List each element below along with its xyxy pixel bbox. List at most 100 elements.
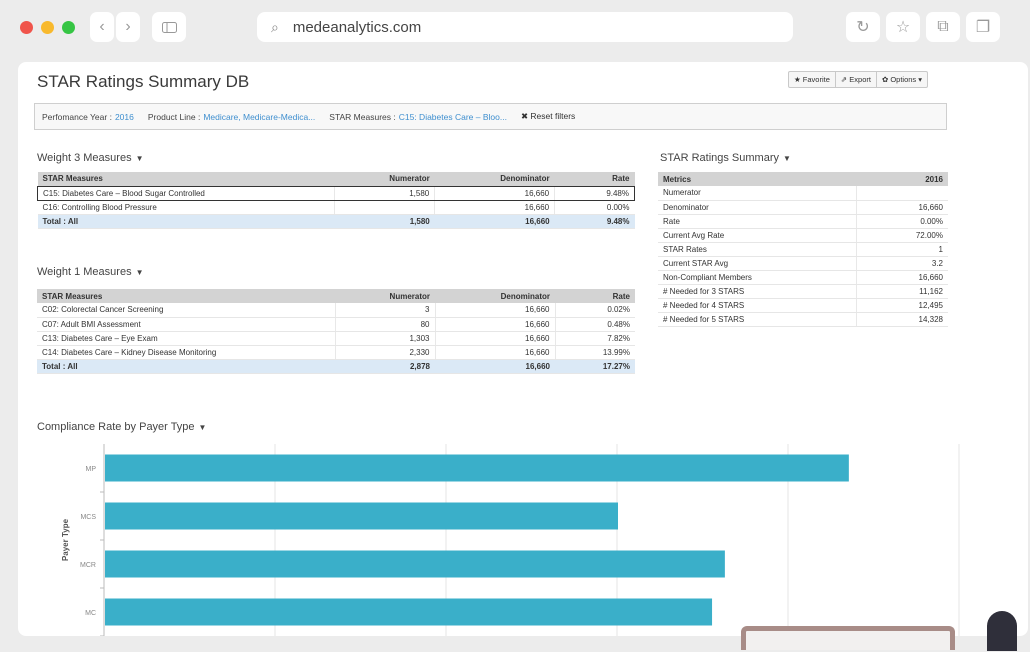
bar[interactable] bbox=[105, 454, 849, 482]
col-header[interactable]: Numerator bbox=[335, 289, 435, 303]
metric-name: STAR Rates bbox=[658, 242, 856, 257]
table-cell: 9.48% bbox=[554, 185, 635, 201]
back-button[interactable]: ‹ bbox=[90, 12, 114, 42]
col-header[interactable]: Rate bbox=[555, 289, 635, 303]
metric-name: Current STAR Avg bbox=[658, 256, 856, 271]
metric-name: Rate bbox=[658, 214, 856, 229]
metric-value: 1 bbox=[855, 242, 948, 257]
sidebar-toggle-button[interactable] bbox=[152, 12, 186, 42]
table-cell: 0.48% bbox=[554, 317, 635, 332]
col-header[interactable]: STAR Measures bbox=[37, 172, 335, 186]
caret-down-icon: ▼ bbox=[783, 154, 791, 163]
table-cell: C07: Adult BMI Assessment bbox=[37, 317, 335, 332]
reload-button[interactable]: ↻ bbox=[846, 12, 880, 42]
address-bar[interactable]: ⌕ medeanalytics.com bbox=[257, 12, 793, 42]
table-cell: 16,660 bbox=[434, 345, 555, 360]
summary-title[interactable]: STAR Ratings Summary ▼ bbox=[660, 152, 791, 164]
options-button[interactable]: ✿ Options ▾ bbox=[877, 72, 927, 87]
maximize-window-dot[interactable] bbox=[62, 21, 75, 34]
caret-down-icon: ▼ bbox=[135, 154, 144, 163]
table-cell: 1,303 bbox=[334, 331, 435, 346]
table-cell: 1,580 bbox=[334, 185, 435, 201]
table-row[interactable]: Current Avg Rate 72.00% bbox=[658, 228, 948, 243]
close-window-dot[interactable] bbox=[20, 21, 33, 34]
col-header[interactable]: Denominator bbox=[434, 172, 555, 186]
table-row[interactable]: C13: Diabetes Care – Eye Exam 1,303 16,6… bbox=[37, 331, 635, 346]
metric-value bbox=[855, 186, 948, 201]
table-total-row: Total : All 2,878 16,660 17.27% bbox=[37, 359, 635, 374]
table-row[interactable]: C16: Controlling Blood Pressure 16,660 0… bbox=[37, 200, 635, 215]
table-cell: Total : All bbox=[37, 214, 335, 229]
table-cell: 16,660 bbox=[434, 303, 555, 318]
table-cell: Total : All bbox=[37, 359, 335, 374]
table-row[interactable]: Rate 0.00% bbox=[658, 214, 948, 229]
sidebar-icon bbox=[161, 21, 177, 33]
metric-value: 11,162 bbox=[855, 284, 948, 299]
tabs-icon: ❐ bbox=[975, 19, 991, 36]
star-icon: ☆ bbox=[895, 19, 911, 36]
bookmark-button[interactable]: ☆ bbox=[886, 12, 920, 42]
col-header[interactable]: Numerator bbox=[334, 172, 435, 186]
col-header[interactable]: Rate bbox=[554, 172, 635, 186]
bar[interactable] bbox=[105, 598, 713, 626]
table-row[interactable]: C15: Diabetes Care – Blood Sugar Control… bbox=[36, 185, 635, 201]
weight3-title[interactable]: Weight 3 Measures ▼ bbox=[37, 152, 144, 164]
bar[interactable] bbox=[105, 502, 618, 530]
year-filter-label: Perfomance Year : bbox=[42, 111, 112, 122]
table-row[interactable]: C07: Adult BMI Assessment 80 16,660 0.48… bbox=[37, 317, 635, 332]
product-filter-label: Product Line : bbox=[147, 111, 201, 122]
page-title: STAR Ratings Summary DB bbox=[37, 72, 250, 91]
table-row[interactable]: Numerator bbox=[658, 186, 948, 201]
table-row[interactable]: # Needed for 3 STARS 11,162 bbox=[658, 284, 948, 299]
forward-button[interactable]: › bbox=[116, 12, 140, 42]
weight1-title-text: Weight 1 Measures bbox=[37, 266, 132, 278]
table-row[interactable]: C02: Colorectal Cancer Screening 3 16,66… bbox=[37, 303, 635, 318]
product-filter-value[interactable]: Medicare, Medicare-Medica... bbox=[203, 112, 315, 122]
col-header[interactable]: Metrics bbox=[658, 172, 856, 186]
table-cell: 80 bbox=[334, 317, 435, 332]
dashboard-page: STAR Ratings Summary DB ★ Favorite ⇗ Exp… bbox=[18, 62, 1028, 651]
table-cell: 16,660 bbox=[434, 200, 555, 215]
col-header[interactable]: Denominator bbox=[435, 289, 555, 303]
caret-down-icon: ▼ bbox=[198, 423, 207, 432]
table-row[interactable]: Non-Compliant Members 16,660 bbox=[658, 270, 948, 285]
table-row[interactable]: # Needed for 5 STARS 14,328 bbox=[658, 312, 948, 327]
measures-filter-label: STAR Measures : bbox=[329, 111, 396, 122]
metric-name: Numerator bbox=[658, 186, 856, 201]
table-cell: C15: Diabetes Care – Blood Sugar Control… bbox=[36, 185, 335, 201]
table-row[interactable]: STAR Rates 1 bbox=[658, 242, 948, 257]
y-tick-label: MC bbox=[85, 610, 96, 617]
table-cell: 0.00% bbox=[554, 200, 635, 215]
year-filter-value[interactable]: 2016 bbox=[115, 112, 134, 122]
metric-name: Current Avg Rate bbox=[658, 228, 856, 243]
measures-filter-value[interactable]: C15: Diabetes Care – Bloo... bbox=[399, 112, 507, 122]
caret-down-icon: ▼ bbox=[135, 268, 144, 277]
table-row[interactable]: Current STAR Avg 3.2 bbox=[658, 256, 948, 271]
table-cell: 7.82% bbox=[554, 331, 635, 346]
table-cell: 3 bbox=[334, 303, 435, 318]
table-cell: 17.27% bbox=[555, 359, 635, 374]
table-row[interactable]: C14: Diabetes Care – Kidney Disease Moni… bbox=[37, 345, 635, 360]
share-button[interactable]: ⧉ bbox=[926, 12, 960, 42]
export-button[interactable]: ⇗ Export bbox=[836, 72, 877, 87]
table-row[interactable]: Denominator 16,660 bbox=[658, 200, 948, 215]
table-cell: C14: Diabetes Care – Kidney Disease Moni… bbox=[37, 345, 335, 360]
table-cell: 2,878 bbox=[335, 359, 435, 374]
table-cell: 0.02% bbox=[554, 303, 635, 318]
avatar bbox=[987, 611, 1017, 651]
action-buttons: ★ Favorite ⇗ Export ✿ Options ▾ bbox=[788, 71, 929, 88]
metric-name: Denominator bbox=[658, 200, 856, 215]
summary-table: Metrics 2016 Numerator Denominator 16,660… bbox=[658, 172, 948, 327]
search-icon: ⌕ bbox=[271, 18, 279, 35]
col-header[interactable]: 2016 bbox=[856, 172, 948, 186]
tabs-button[interactable]: ❐ bbox=[966, 12, 1000, 42]
chevron-right-icon: › bbox=[125, 18, 131, 35]
favorite-button[interactable]: ★ Favorite bbox=[789, 72, 836, 87]
weight1-title[interactable]: Weight 1 Measures ▼ bbox=[37, 266, 144, 278]
minimize-window-dot[interactable] bbox=[41, 21, 54, 34]
bar[interactable] bbox=[105, 550, 725, 578]
col-header[interactable]: STAR Measures bbox=[37, 289, 335, 303]
table-row[interactable]: # Needed for 4 STARS 12,495 bbox=[658, 298, 948, 313]
reset-filters-button[interactable]: ✖ Reset filters bbox=[521, 111, 575, 122]
compliance-title[interactable]: Compliance Rate by Payer Type ▼ bbox=[37, 421, 206, 433]
